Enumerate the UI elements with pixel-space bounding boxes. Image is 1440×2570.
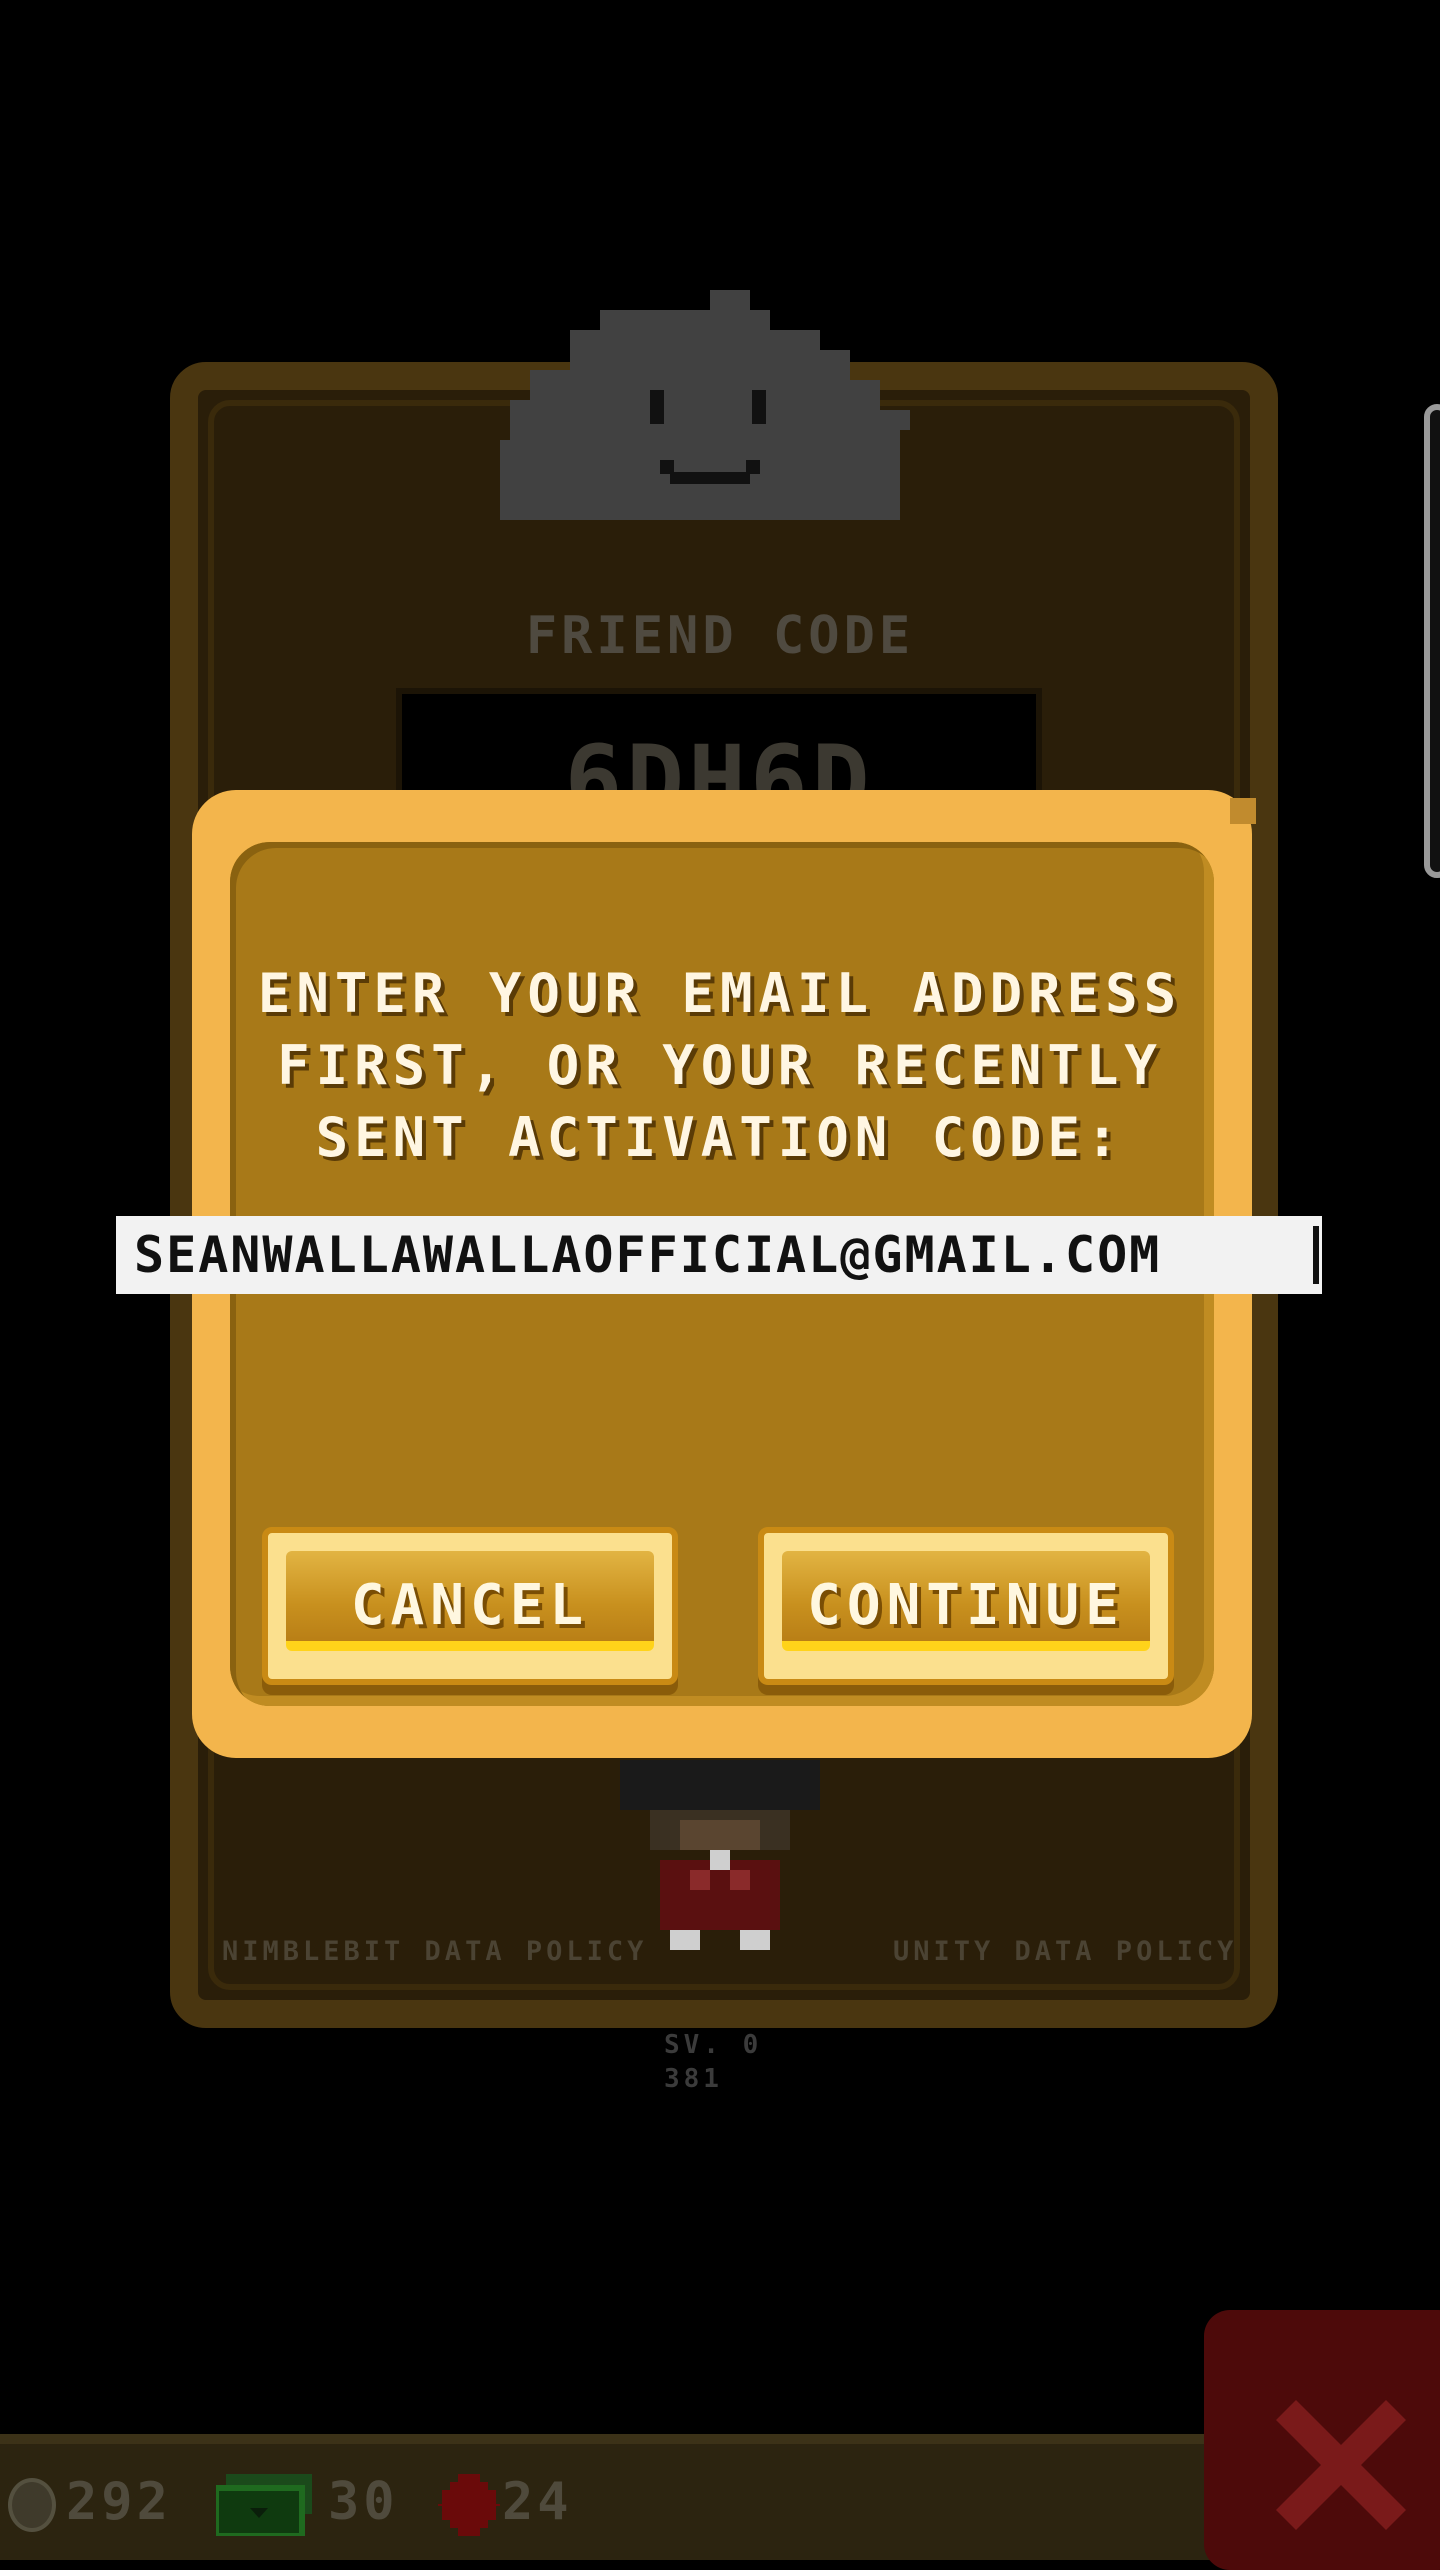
cloud-icon <box>500 290 910 520</box>
prompt-line-1: ENTER YOUR EMAIL ADDRESS <box>257 962 1183 1025</box>
continue-button-label: CONTINUE <box>807 1573 1125 1638</box>
version-line-1: SV. 0 <box>664 2030 763 2060</box>
friend-code-box: 6DH6D <box>396 688 1042 798</box>
coins-count: 292 <box>66 2472 172 2532</box>
continue-button[interactable]: CONTINUE <box>758 1527 1174 1685</box>
cancel-button-label: CANCEL <box>350 1573 590 1638</box>
gems-count: 24 <box>502 2472 573 2532</box>
prompt-line-2: FIRST, OR YOUR RECENTLY <box>277 1034 1163 1097</box>
bux-count: 30 <box>328 2472 399 2532</box>
edge-panel-handle[interactable] <box>1424 404 1440 878</box>
character-sprite <box>620 1760 820 1950</box>
bottom-stats-bar: 292 30 24 <box>0 2434 1210 2560</box>
close-button[interactable] <box>1204 2310 1440 2570</box>
version-info: SV. 0 381 <box>664 2028 762 2096</box>
prompt-line-3: SENT ACTIVATION CODE: <box>315 1106 1125 1169</box>
email-input[interactable] <box>116 1216 1322 1294</box>
text-caret <box>1313 1226 1319 1284</box>
close-icon <box>1276 2400 1406 2530</box>
dialog-corner <box>1230 798 1256 824</box>
bux-icon <box>216 2474 312 2536</box>
dialog-prompt: ENTER YOUR EMAIL ADDRESS FIRST, OR YOUR … <box>0 958 1440 1174</box>
unity-data-policy-link[interactable]: UNITY DATA POLICY <box>893 1936 1237 1967</box>
gem-icon <box>438 2474 500 2536</box>
friend-code-label: FRIEND CODE <box>525 606 915 666</box>
friend-code-value: 6DH6D <box>564 725 874 798</box>
cancel-button[interactable]: CANCEL <box>262 1527 678 1685</box>
version-line-2: 381 <box>664 2064 723 2094</box>
nimblebit-data-policy-link[interactable]: NIMBLEBIT DATA POLICY <box>222 1936 647 1967</box>
coin-icon <box>8 2478 56 2532</box>
